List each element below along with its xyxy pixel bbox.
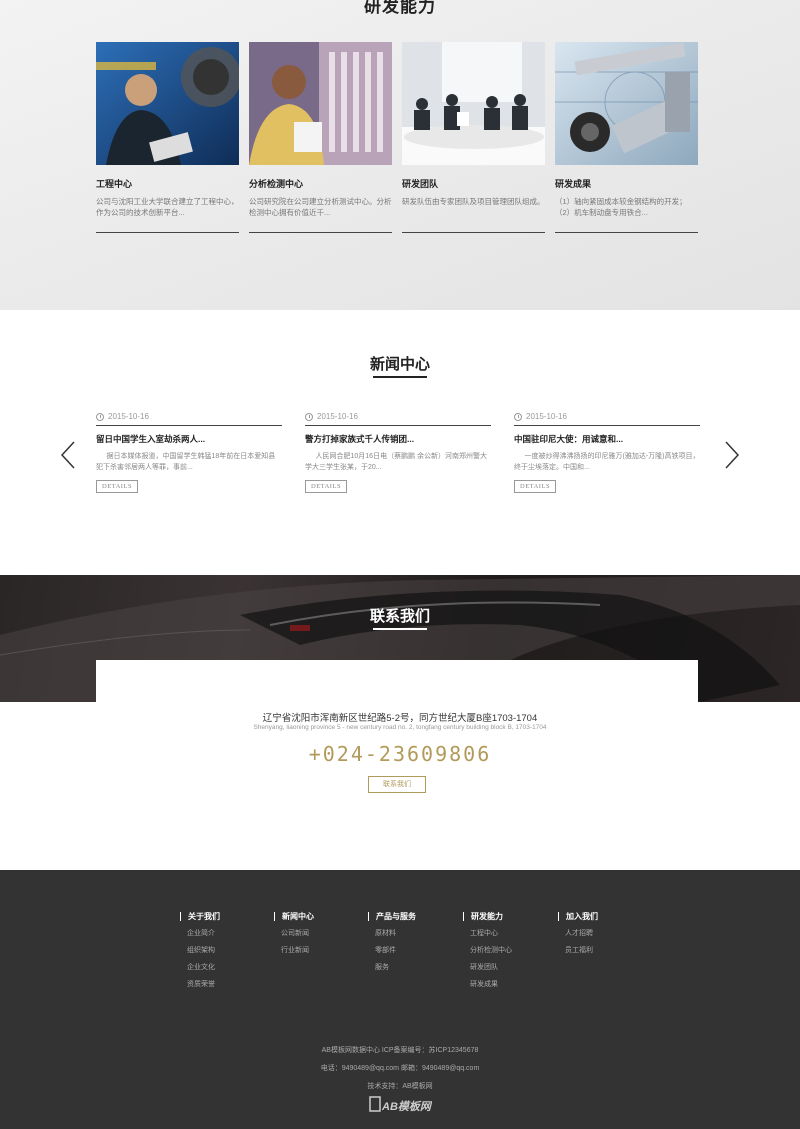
footer-column-title[interactable]: 关于我们 <box>180 912 220 921</box>
news-date-text: 2015-10-16 <box>317 412 358 421</box>
footer-link[interactable]: 行业新闻 <box>274 945 314 955</box>
contact-section-title: 联系我们 <box>369 608 430 625</box>
footer-column-join: 加入我们 人才招聘 员工福利 <box>558 912 598 955</box>
footer-link[interactable]: 研发团队 <box>463 962 512 972</box>
footer-column-title[interactable]: 新闻中心 <box>274 912 314 921</box>
news-card[interactable]: 2015-10-16 警方打掉家族式千人传销团... 人民网合肥10月16日电（… <box>305 412 491 493</box>
footer-link[interactable]: 组织架构 <box>180 945 220 955</box>
title-underline <box>373 628 427 630</box>
footer-column-title[interactable]: 加入我们 <box>558 912 598 921</box>
results-photo <box>555 42 698 165</box>
divider <box>555 232 698 233</box>
engineering-photo <box>96 42 239 165</box>
footer-link[interactable]: 人才招聘 <box>558 928 598 938</box>
footer-contact-line: 电话：9490489@qq.com 邮箱：9490489@qq.com <box>320 1065 480 1072</box>
news-date-text: 2015-10-16 <box>108 412 149 421</box>
rd-card-title: 工程中心 <box>96 179 133 189</box>
footer-column-rd: 研发能力 工程中心 分析检测中心 研发团队 研发成果 <box>463 912 512 989</box>
rd-card-title: 研发团队 <box>402 179 439 189</box>
footer-column-title[interactable]: 研发能力 <box>463 912 512 921</box>
footer-link[interactable]: 零部件 <box>368 945 416 955</box>
footer-logo-text: AB模板网 <box>381 1100 432 1113</box>
divider <box>96 232 239 233</box>
footer-link[interactable]: 员工福利 <box>558 945 598 955</box>
news-card[interactable]: 2015-10-16 留日中国学生入室劫杀两人... 据日本媒体报道，中国留学生… <box>96 412 282 493</box>
divider <box>402 232 545 233</box>
news-card[interactable]: 2015-10-16 中国驻印尼大使：用诚意和... 一度被炒得沸沸扬扬的印尼雅… <box>514 412 700 493</box>
rd-card-analysis[interactable]: 分析检测中心 公司研究院在公司建立分析测试中心。分析检测中心拥有价值近千... <box>249 42 392 233</box>
news-date-text: 2015-10-16 <box>526 412 567 421</box>
footer-link[interactable]: 公司新闻 <box>274 928 314 938</box>
news-date: 2015-10-16 <box>514 412 700 426</box>
details-button[interactable]: DETAILS <box>514 480 557 493</box>
footer-column-about: 关于我们 企业简介 组织架构 企业文化 资质荣誉 <box>180 912 220 989</box>
rd-card-desc: 研发队伍由专家团队及项目管理团队组成。 <box>402 197 545 206</box>
news-excerpt: 人民网合肥10月16日电（蔡鹏鹏 余公新）河南郑州警大学大三学生张某，于20..… <box>305 453 488 471</box>
footer-copyright: AB模板网数据中心 ICP备案编号：苏ICP12345678 <box>321 1047 479 1054</box>
details-button[interactable]: DETAILS <box>305 480 348 493</box>
rd-card-title: 分析检测中心 <box>249 179 304 189</box>
clock-icon <box>96 412 104 421</box>
next-arrow-icon[interactable] <box>722 440 742 470</box>
news-headline[interactable]: 留日中国学生入室劫杀两人... <box>96 433 282 445</box>
news-date: 2015-10-16 <box>96 412 282 426</box>
news-excerpt: 一度被炒得沸沸扬扬的印尼雅万(雅加达-万隆)高铁项目，终于尘埃落定。中国和... <box>514 453 700 471</box>
contact-us-button[interactable]: 联系我们 <box>368 776 426 793</box>
analysis-photo <box>249 42 392 165</box>
clock-icon <box>305 412 313 421</box>
details-button[interactable]: DETAILS <box>96 480 139 493</box>
news-excerpt: 据日本媒体报道，中国留学生韩猛18年前在日本爱知县犯下杀害邻居两人等罪，事前..… <box>96 453 276 471</box>
rd-card-title: 研发成果 <box>555 179 592 189</box>
footer-link[interactable]: 企业简介 <box>180 928 220 938</box>
rd-card-results[interactable]: 研发成果 （1）轴向紧固成本较金钢结构的开发；（2）机车制动盘专用铁合... <box>555 42 698 233</box>
prev-arrow-icon[interactable] <box>58 440 78 470</box>
footer-tech-support: 技术支持：AB模板网 <box>367 1083 433 1090</box>
footer-column-news: 新闻中心 公司新闻 行业新闻 <box>274 912 314 955</box>
rd-card-desc: （1）轴向紧固成本较金钢结构的开发；（2）机车制动盘专用铁合... <box>555 197 687 217</box>
footer-logo: AB模板网 <box>369 1096 432 1113</box>
footer-link[interactable]: 研发成果 <box>463 979 512 989</box>
rd-card-desc: 公司与沈阳工业大学联合建立了工程中心，作为公司的技术创新平台... <box>96 197 239 217</box>
rd-card-desc: 公司研究院在公司建立分析测试中心。分析检测中心拥有价值近千... <box>249 197 392 217</box>
news-section: 新闻中心 2015-10-16 留日中国学生入室劫杀两人... 据日本媒体报道，… <box>0 310 800 575</box>
footer-link[interactable]: 资质荣誉 <box>180 979 220 989</box>
title-underline <box>373 376 427 378</box>
rd-section: 研发能力 工程中心 公司与沈阳工业大学联合建立了工程中心，作为公司的技术创新平台… <box>0 0 800 310</box>
footer-column-title[interactable]: 产品与服务 <box>368 912 416 921</box>
footer-column-products: 产品与服务 原材料 零部件 服务 <box>368 912 416 972</box>
rd-section-title: 研发能力 <box>364 0 436 16</box>
news-date: 2015-10-16 <box>305 412 491 426</box>
news-section-title: 新闻中心 <box>369 356 430 373</box>
footer-link[interactable]: 原材料 <box>368 928 416 938</box>
contact-address: 辽宁省沈阳市浑南新区世纪路5-2号，同方世纪大厦B座1703-1704 <box>262 713 538 724</box>
rd-card-engineering[interactable]: 工程中心 公司与沈阳工业大学联合建立了工程中心，作为公司的技术创新平台... <box>96 42 239 233</box>
footer-link[interactable]: 企业文化 <box>180 962 220 972</box>
news-headline[interactable]: 中国驻印尼大使：用诚意和... <box>514 433 700 445</box>
contact-phone: +024-23609806 <box>308 742 492 766</box>
news-headline[interactable]: 警方打掉家族式千人传销团... <box>305 433 491 445</box>
footer-link[interactable]: 服务 <box>368 962 416 972</box>
contact-address-en: Shenyang, liaoning province 5 - new cent… <box>253 724 547 731</box>
footer-link[interactable]: 工程中心 <box>463 928 512 938</box>
footer-link[interactable]: 分析检测中心 <box>463 945 512 955</box>
clock-icon <box>514 412 522 421</box>
team-photo <box>402 42 545 165</box>
contact-panel <box>96 660 698 702</box>
rd-card-team[interactable]: 研发团队 研发队伍由专家团队及项目管理团队组成。 <box>402 42 545 233</box>
divider <box>249 232 392 233</box>
